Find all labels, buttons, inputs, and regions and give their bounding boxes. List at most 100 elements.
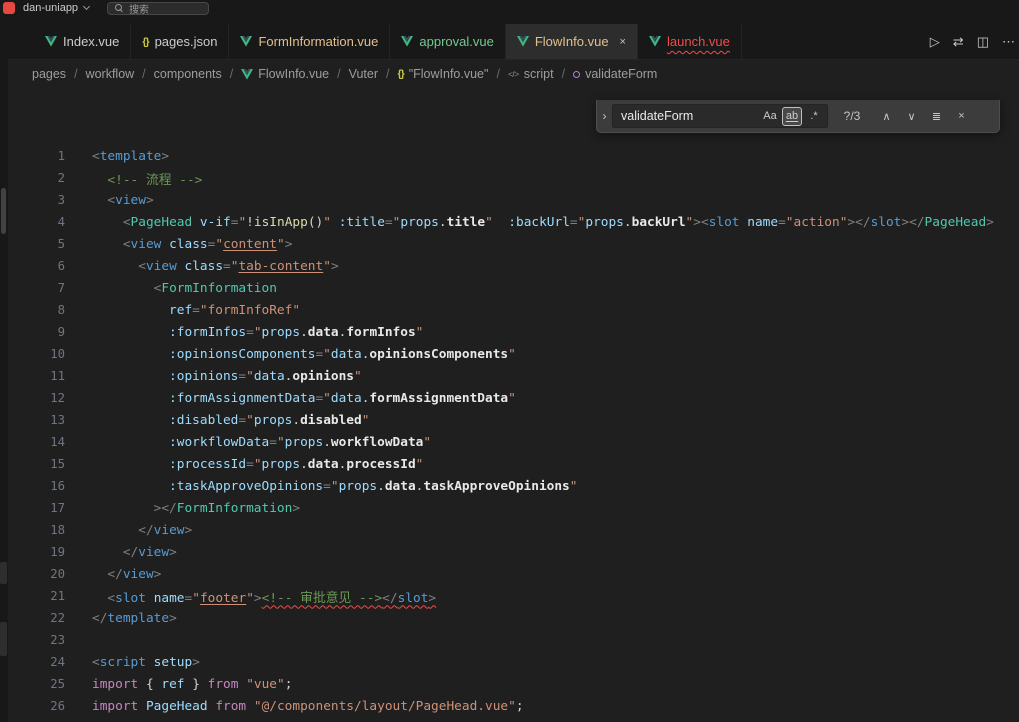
breadcrumb-item[interactable]: {}"FlowInfo.vue"	[398, 67, 489, 81]
code-line[interactable]: 9 :formInfos="props.data.formInfos"	[8, 321, 1019, 343]
tab-launch-vue[interactable]: launch.vue	[638, 24, 742, 59]
toggle-replace-button[interactable]: ›	[597, 109, 612, 123]
code-token: from	[208, 677, 239, 692]
tab-pages-json[interactable]: {}pages.json	[131, 24, 229, 59]
breadcrumb-item[interactable]: workflow	[86, 67, 135, 81]
breadcrumb-label: "FlowInfo.vue"	[409, 67, 489, 81]
code-line[interactable]: 16 :taskApproveOpinions="props.data.task…	[8, 475, 1019, 497]
breadcrumb-item[interactable]: components	[154, 67, 222, 81]
line-content: </view>	[65, 545, 177, 560]
code-line[interactable]: 10 :opinionsComponents="data.opinionsCom…	[8, 343, 1019, 365]
code-token: from	[215, 699, 246, 714]
code-token: FormInformation	[177, 501, 293, 516]
line-number: 1	[8, 149, 65, 163]
close-icon[interactable]: ×	[620, 36, 626, 48]
breadcrumb-item[interactable]: </>script	[508, 67, 554, 81]
split-editor-button[interactable]: ◫	[977, 34, 989, 50]
find-next-button[interactable]: ∨	[901, 106, 922, 127]
tab-forminformation-vue[interactable]: FormInformation.vue	[229, 24, 390, 59]
code-line[interactable]: 25import { ref } from "vue";	[8, 673, 1019, 695]
tab-index-vue[interactable]: Index.vue	[34, 24, 131, 59]
code-line[interactable]: 4 <PageHead v-if="!isInApp()" :title="pr…	[8, 211, 1019, 233]
line-content: :opinions="data.opinions"	[65, 369, 362, 384]
find-previous-button[interactable]: ∧	[876, 106, 897, 127]
code-token: "	[215, 237, 223, 252]
line-content: :formInfos="props.data.formInfos"	[65, 325, 423, 340]
tab-approval-vue[interactable]: approval.vue	[390, 24, 505, 59]
activity-bar-handle[interactable]	[1, 188, 6, 234]
code-line[interactable]: 13 :disabled="props.disabled"	[8, 409, 1019, 431]
code-line[interactable]: 17 ></FormInformation>	[8, 497, 1019, 519]
code-line[interactable]: 22</template>	[8, 607, 1019, 629]
open-changes-button[interactable]: ⇄	[953, 34, 964, 50]
code-token: props	[400, 215, 439, 230]
code-token: slot	[115, 591, 146, 606]
line-content: <PageHead v-if="!isInApp()" :title="prop…	[65, 215, 994, 230]
breadcrumb-item[interactable]: Vuter	[349, 67, 378, 81]
code-token	[246, 699, 254, 714]
code-token	[92, 369, 169, 384]
code-line[interactable]: 18 </view>	[8, 519, 1019, 541]
code-line[interactable]: 2 <!-- 流程 -->	[8, 167, 1019, 189]
run-button[interactable]: ▷	[930, 34, 940, 50]
code-line[interactable]: 20 </view>	[8, 563, 1019, 585]
code-token: >	[901, 215, 909, 230]
vue-file-icon	[241, 69, 253, 80]
code-token: <	[123, 215, 131, 230]
code-token: >	[169, 611, 177, 626]
code-line[interactable]: 6 <view class="tab-content">	[8, 255, 1019, 277]
code-token	[92, 303, 169, 318]
vue-file-icon	[517, 36, 529, 47]
code-token: "	[570, 479, 578, 494]
line-content: import PageHead from "@/components/layou…	[65, 699, 524, 714]
titlebar-search[interactable]: 搜索	[107, 2, 209, 15]
breadcrumb-item[interactable]: pages	[32, 67, 66, 81]
code-line[interactable]: 5 <view class="content">	[8, 233, 1019, 255]
find-option-whole-word[interactable]: ab	[782, 107, 802, 126]
close-find-button[interactable]: ×	[951, 106, 972, 127]
code-line[interactable]: 7 <FormInformation	[8, 277, 1019, 299]
breadcrumb-label: pages	[32, 67, 66, 81]
code-line[interactable]: 12 :formAssignmentData="data.formAssignm…	[8, 387, 1019, 409]
code-token: .	[300, 325, 308, 340]
code-token: .	[624, 215, 632, 230]
code-line[interactable]: 23	[8, 629, 1019, 651]
tab-flowinfo-vue[interactable]: FlowInfo.vue×	[506, 24, 638, 59]
code-line[interactable]: 1<template>	[8, 145, 1019, 167]
editor[interactable]: › validateForm Aaab.* ?/3 ∧∨≣× 1<templat…	[8, 88, 1019, 722]
breadcrumb-item[interactable]: validateForm	[573, 67, 657, 81]
code-line[interactable]: 15 :processId="props.data.processId"	[8, 453, 1019, 475]
code-token: :processId	[169, 457, 246, 472]
breadcrumb-item[interactable]: FlowInfo.vue	[241, 67, 329, 81]
json-braces-icon: {}	[142, 36, 148, 48]
code-line[interactable]: 24<script setup>	[8, 651, 1019, 673]
line-number: 2	[8, 171, 65, 185]
code-token: >	[192, 655, 200, 670]
code-line[interactable]: 8 ref="formInfoRef"	[8, 299, 1019, 321]
workspace-menu[interactable]: dan-uniapp	[23, 2, 89, 14]
code-line[interactable]: 21 <slot name="footer"><!-- 审批意见 --></sl…	[8, 585, 1019, 607]
app-icon[interactable]	[3, 2, 15, 14]
find-option-regex[interactable]: .*	[804, 107, 824, 126]
line-number: 17	[8, 501, 65, 515]
find-input[interactable]: validateForm Aaab.*	[612, 104, 828, 128]
code-token: ref	[169, 303, 192, 318]
find-option-match-case[interactable]: Aa	[760, 107, 780, 126]
code-line[interactable]: 3 <view>	[8, 189, 1019, 211]
line-number: 5	[8, 237, 65, 251]
code-line[interactable]: 11 :opinions="data.opinions"	[8, 365, 1019, 387]
line-content: <view>	[65, 193, 154, 208]
tab-label: FormInformation.vue	[258, 34, 378, 49]
find-in-selection-button[interactable]: ≣	[926, 106, 947, 127]
code-line[interactable]: 19 </view>	[8, 541, 1019, 563]
code-token: >	[169, 545, 177, 560]
code-token: template	[100, 149, 162, 164]
tab-strip: Index.vue{}pages.json FormInformation.vue…	[8, 24, 894, 59]
code-token: class	[185, 259, 224, 274]
chevron-down-icon	[83, 3, 90, 10]
code-token: >	[331, 259, 339, 274]
code-line[interactable]: 26import PageHead from "@/components/lay…	[8, 695, 1019, 717]
code-line[interactable]: 14 :workflowData="props.workflowData"	[8, 431, 1019, 453]
code-token: "	[508, 347, 516, 362]
more-actions-button[interactable]: ⋯	[1002, 34, 1015, 50]
